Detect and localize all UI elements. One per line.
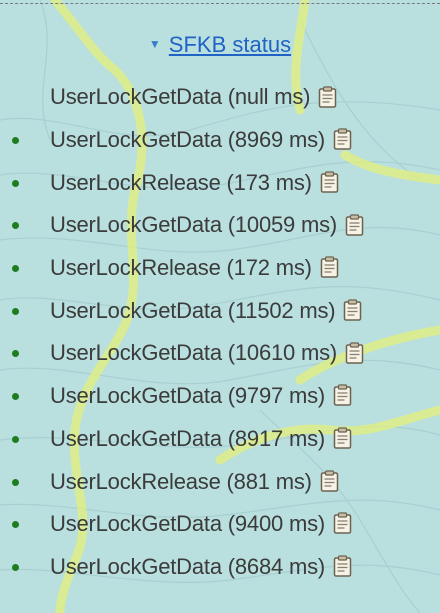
bullet-icon [12, 521, 19, 529]
list-item-label: UserLockGetData (9400 ms) [50, 511, 325, 537]
bullet-icon [12, 393, 19, 401]
list-item-label: UserLockGetData (8969 ms) [50, 127, 325, 153]
list-item-text: UserLockGetData (10610 ms) [50, 340, 364, 366]
clipboard-icon[interactable] [333, 512, 352, 535]
bullet-icon [12, 137, 19, 145]
clipboard-icon[interactable] [333, 384, 352, 407]
clipboard-icon[interactable] [333, 128, 352, 150]
sfkb-status-panel: ▼ SFKB status UserLockGetData (null ms) Us… [0, 0, 440, 613]
list-item-text: UserLockGetData (9797 ms) [50, 383, 352, 409]
list-item-text: UserLockGetData (10059 ms) [50, 212, 364, 238]
clipboard-icon[interactable] [320, 470, 339, 492]
list-item-label: UserLockGetData (10610 ms) [50, 340, 338, 366]
chevron-down-icon[interactable]: ▼ [149, 29, 161, 59]
panel-header[interactable]: ▼ SFKB status [0, 30, 440, 61]
list-item-text: UserLockGetData (11502 ms) [50, 298, 362, 324]
list-item-text: UserLockGetData (8969 ms) [50, 127, 352, 153]
list-item-text: UserLockRelease (173 ms) [50, 170, 339, 196]
bullet-icon [12, 265, 19, 273]
list-item-label: UserLockGetData (8917 ms) [50, 425, 325, 451]
list-item-label: UserLockRelease (173 ms) [50, 169, 312, 195]
clipboard-icon[interactable] [333, 427, 352, 449]
bullet-icon [12, 179, 19, 187]
list-item-label: UserLockGetData (8684 ms) [50, 553, 325, 579]
list-item-label: UserLockGetData (11502 ms) [50, 297, 336, 323]
bullet-icon [12, 350, 19, 358]
list-item-text: UserLockGetData (9400 ms) [50, 511, 352, 537]
list-item-label: UserLockRelease (881 ms) [50, 468, 312, 494]
list-item-label: UserLockGetData (9797 ms) [50, 383, 325, 409]
list-item-text: UserLockGetData (8684 ms) [50, 554, 352, 580]
clipboard-icon[interactable] [320, 171, 339, 193]
clipboard-icon[interactable] [343, 299, 362, 321]
list-item-label: UserLockRelease (172 ms) [50, 255, 312, 281]
clipboard-icon[interactable] [318, 85, 337, 108]
bullet-icon [12, 222, 19, 230]
list-item-text: UserLockGetData (null ms) [50, 84, 337, 110]
list-item-text: UserLockRelease (881 ms) [50, 469, 339, 495]
list-item-text: UserLockRelease (172 ms) [50, 255, 339, 281]
bullet-icon [12, 307, 19, 315]
list-item-label: UserLockGetData (10059 ms) [50, 212, 338, 238]
list-item-label: UserLockGetData (null ms) [50, 84, 311, 110]
list-item-text: UserLockGetData (8917 ms) [50, 426, 352, 452]
clipboard-icon[interactable] [320, 256, 339, 279]
clipboard-icon[interactable] [333, 555, 352, 577]
sfkb-status-link[interactable]: SFKB status [169, 32, 291, 57]
bullet-icon [12, 435, 19, 443]
bullet-icon [12, 563, 19, 571]
clipboard-icon[interactable] [345, 213, 364, 236]
clipboard-icon[interactable] [345, 342, 364, 364]
bullet-icon [12, 478, 19, 486]
